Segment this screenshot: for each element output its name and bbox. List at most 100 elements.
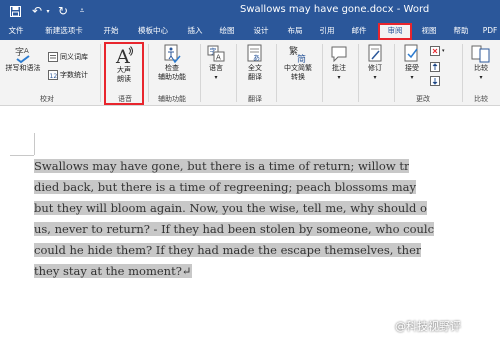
word-count-label: 字数统计 xyxy=(60,71,88,79)
tab-help[interactable]: 帮助 xyxy=(450,23,472,39)
separator xyxy=(200,44,201,102)
spelling-check-icon: 字 A xyxy=(15,46,30,64)
margin-marker xyxy=(34,133,35,155)
translate-label-2: 翻译 xyxy=(248,73,262,81)
tab-review[interactable]: 审阅 xyxy=(378,23,412,40)
svg-text:A: A xyxy=(216,54,221,62)
dropdown-icon: ▾ xyxy=(214,74,218,81)
track-changes-button[interactable]: 修订 ▾ xyxy=(360,44,390,82)
tab-mailings[interactable]: 邮件 xyxy=(348,23,370,39)
check-accessibility-button[interactable]: 检查 辅助功能 xyxy=(150,44,194,82)
previous-change-icon xyxy=(430,62,440,72)
tab-references[interactable]: 引用 xyxy=(316,23,338,39)
compare-icon xyxy=(471,45,490,63)
compare-button[interactable]: 比较 ▾ xyxy=(466,44,496,82)
accessibility-group-label: 辅助功能 xyxy=(158,95,186,103)
read-aloud-highlight xyxy=(104,42,144,105)
document-line[interactable]: Swallows may have gone, but there is a t… xyxy=(34,157,410,175)
track-changes-label: 修订 xyxy=(368,64,382,72)
accessibility-check-icon xyxy=(164,44,181,64)
svg-text:あ: あ xyxy=(253,54,260,62)
track-changes-icon xyxy=(368,44,382,62)
separator xyxy=(148,44,149,102)
separator xyxy=(394,44,395,102)
tab-layout[interactable]: 布局 xyxy=(284,23,306,39)
language-icon: 字 A xyxy=(207,45,225,62)
ribbon-tabs: 文件 新建选项卡 开始 模板中心 插入 绘图 设计 布局 引用 邮件 审阅 视图… xyxy=(0,22,500,40)
document-line[interactable]: but they will bloom again. Now, you the … xyxy=(34,199,427,217)
accept-label: 接受 xyxy=(405,64,419,72)
comment-icon xyxy=(331,46,347,63)
document-line[interactable]: they stay at the moment?↵ xyxy=(34,262,192,280)
chinese-conversion-label-1: 中文简繁 xyxy=(284,64,312,72)
tab-design[interactable]: 设计 xyxy=(250,23,272,39)
compare-group-label: 比较 xyxy=(474,95,488,103)
undo-dropdown-icon[interactable]: ▾ xyxy=(44,3,52,19)
translate-icon: あ xyxy=(247,44,262,62)
language-button[interactable]: 字 A 语言 ▾ xyxy=(202,44,230,82)
tab-new[interactable]: 新建选项卡 xyxy=(40,23,88,39)
dropdown-icon: ▾ xyxy=(373,74,377,81)
watermark-text: @科技视野评 xyxy=(395,320,461,333)
check-accessibility-label-2: 辅助功能 xyxy=(158,73,186,81)
svg-text:123: 123 xyxy=(50,73,59,80)
watermark: @科技视野评 xyxy=(395,318,461,334)
translate-button[interactable]: あ 全文 翻译 xyxy=(238,44,272,82)
customize-icon[interactable]: ⩡ xyxy=(76,3,88,19)
dropdown-icon: ▾ xyxy=(337,74,341,81)
chinese-conversion-icon: 繁 简 xyxy=(289,45,306,64)
spelling-grammar-label: 拼写和语法 xyxy=(5,64,41,72)
language-label: 语言 xyxy=(209,64,223,72)
ribbon: 字 A 拼写和语法 同义词库 123 字数统计 校对 A 大声 朗读 语音 检 xyxy=(0,40,500,106)
tab-home[interactable]: 开始 xyxy=(98,23,124,39)
accept-icon xyxy=(404,44,418,62)
previous-change-button[interactable] xyxy=(430,62,440,72)
chinese-conversion-label-2: 转换 xyxy=(291,73,305,81)
document-line[interactable]: us, never to return? - If they had been … xyxy=(34,220,435,238)
compare-button-label: 比较 xyxy=(474,64,488,72)
chinese-conversion-button[interactable]: 繁 简 中文简繁 转换 xyxy=(278,44,318,82)
comments-label: 批注 xyxy=(332,64,346,72)
document-line[interactable]: died back, but there is a time of regree… xyxy=(34,178,416,196)
tab-template-center[interactable]: 模板中心 xyxy=(132,23,174,39)
tab-insert[interactable]: 插入 xyxy=(184,23,206,39)
accept-button[interactable]: 接受 ▾ xyxy=(398,44,426,82)
separator xyxy=(358,44,359,102)
tab-file[interactable]: 文件 xyxy=(4,23,28,39)
tab-pdf[interactable]: PDF xyxy=(480,23,500,39)
separator xyxy=(100,44,101,102)
translate-group-label: 翻译 xyxy=(248,95,262,103)
dropdown-icon: ▾ xyxy=(479,74,483,81)
translate-label-1: 全文 xyxy=(248,64,262,72)
margin-marker xyxy=(10,155,34,156)
word-count-button[interactable]: 123 字数统计 xyxy=(48,70,88,80)
reject-icon xyxy=(430,46,440,56)
svg-text:字: 字 xyxy=(15,46,24,58)
thesaurus-icon xyxy=(48,52,58,62)
thesaurus-label: 同义词库 xyxy=(60,53,88,61)
save-icon[interactable] xyxy=(8,3,22,19)
spelling-grammar-button[interactable]: 字 A 拼写和语法 xyxy=(2,44,44,73)
tab-draw[interactable]: 绘图 xyxy=(216,23,238,39)
document-line[interactable]: could he hide them? If they had made the… xyxy=(34,241,422,259)
window-title: Swallows may have gone.docx - Word xyxy=(240,4,430,15)
dropdown-icon: ▾ xyxy=(442,48,445,54)
tab-view[interactable]: 视图 xyxy=(418,23,440,39)
comments-button[interactable]: 批注 ▾ xyxy=(324,44,354,82)
changes-group-label: 更改 xyxy=(416,95,430,103)
next-change-button[interactable] xyxy=(430,76,440,86)
svg-text:简: 简 xyxy=(297,53,306,64)
undo-icon[interactable]: ↶ xyxy=(30,3,44,19)
proofing-group-label: 校对 xyxy=(40,95,54,103)
thesaurus-button[interactable]: 同义词库 xyxy=(48,52,88,62)
separator xyxy=(236,44,237,102)
check-accessibility-label-1: 检查 xyxy=(165,64,179,72)
redo-icon[interactable]: ↻ xyxy=(56,3,70,19)
word-count-icon: 123 xyxy=(48,70,58,80)
next-change-icon xyxy=(430,76,440,86)
separator xyxy=(322,44,323,102)
dropdown-icon: ▾ xyxy=(410,74,414,81)
reject-button[interactable]: ▾ xyxy=(430,46,445,56)
document-area[interactable]: Swallows may have gone, but there is a t… xyxy=(0,107,500,349)
title-bar: ↶ ▾ ↻ ⩡ Swallows may have gone.docx - Wo… xyxy=(0,0,500,22)
